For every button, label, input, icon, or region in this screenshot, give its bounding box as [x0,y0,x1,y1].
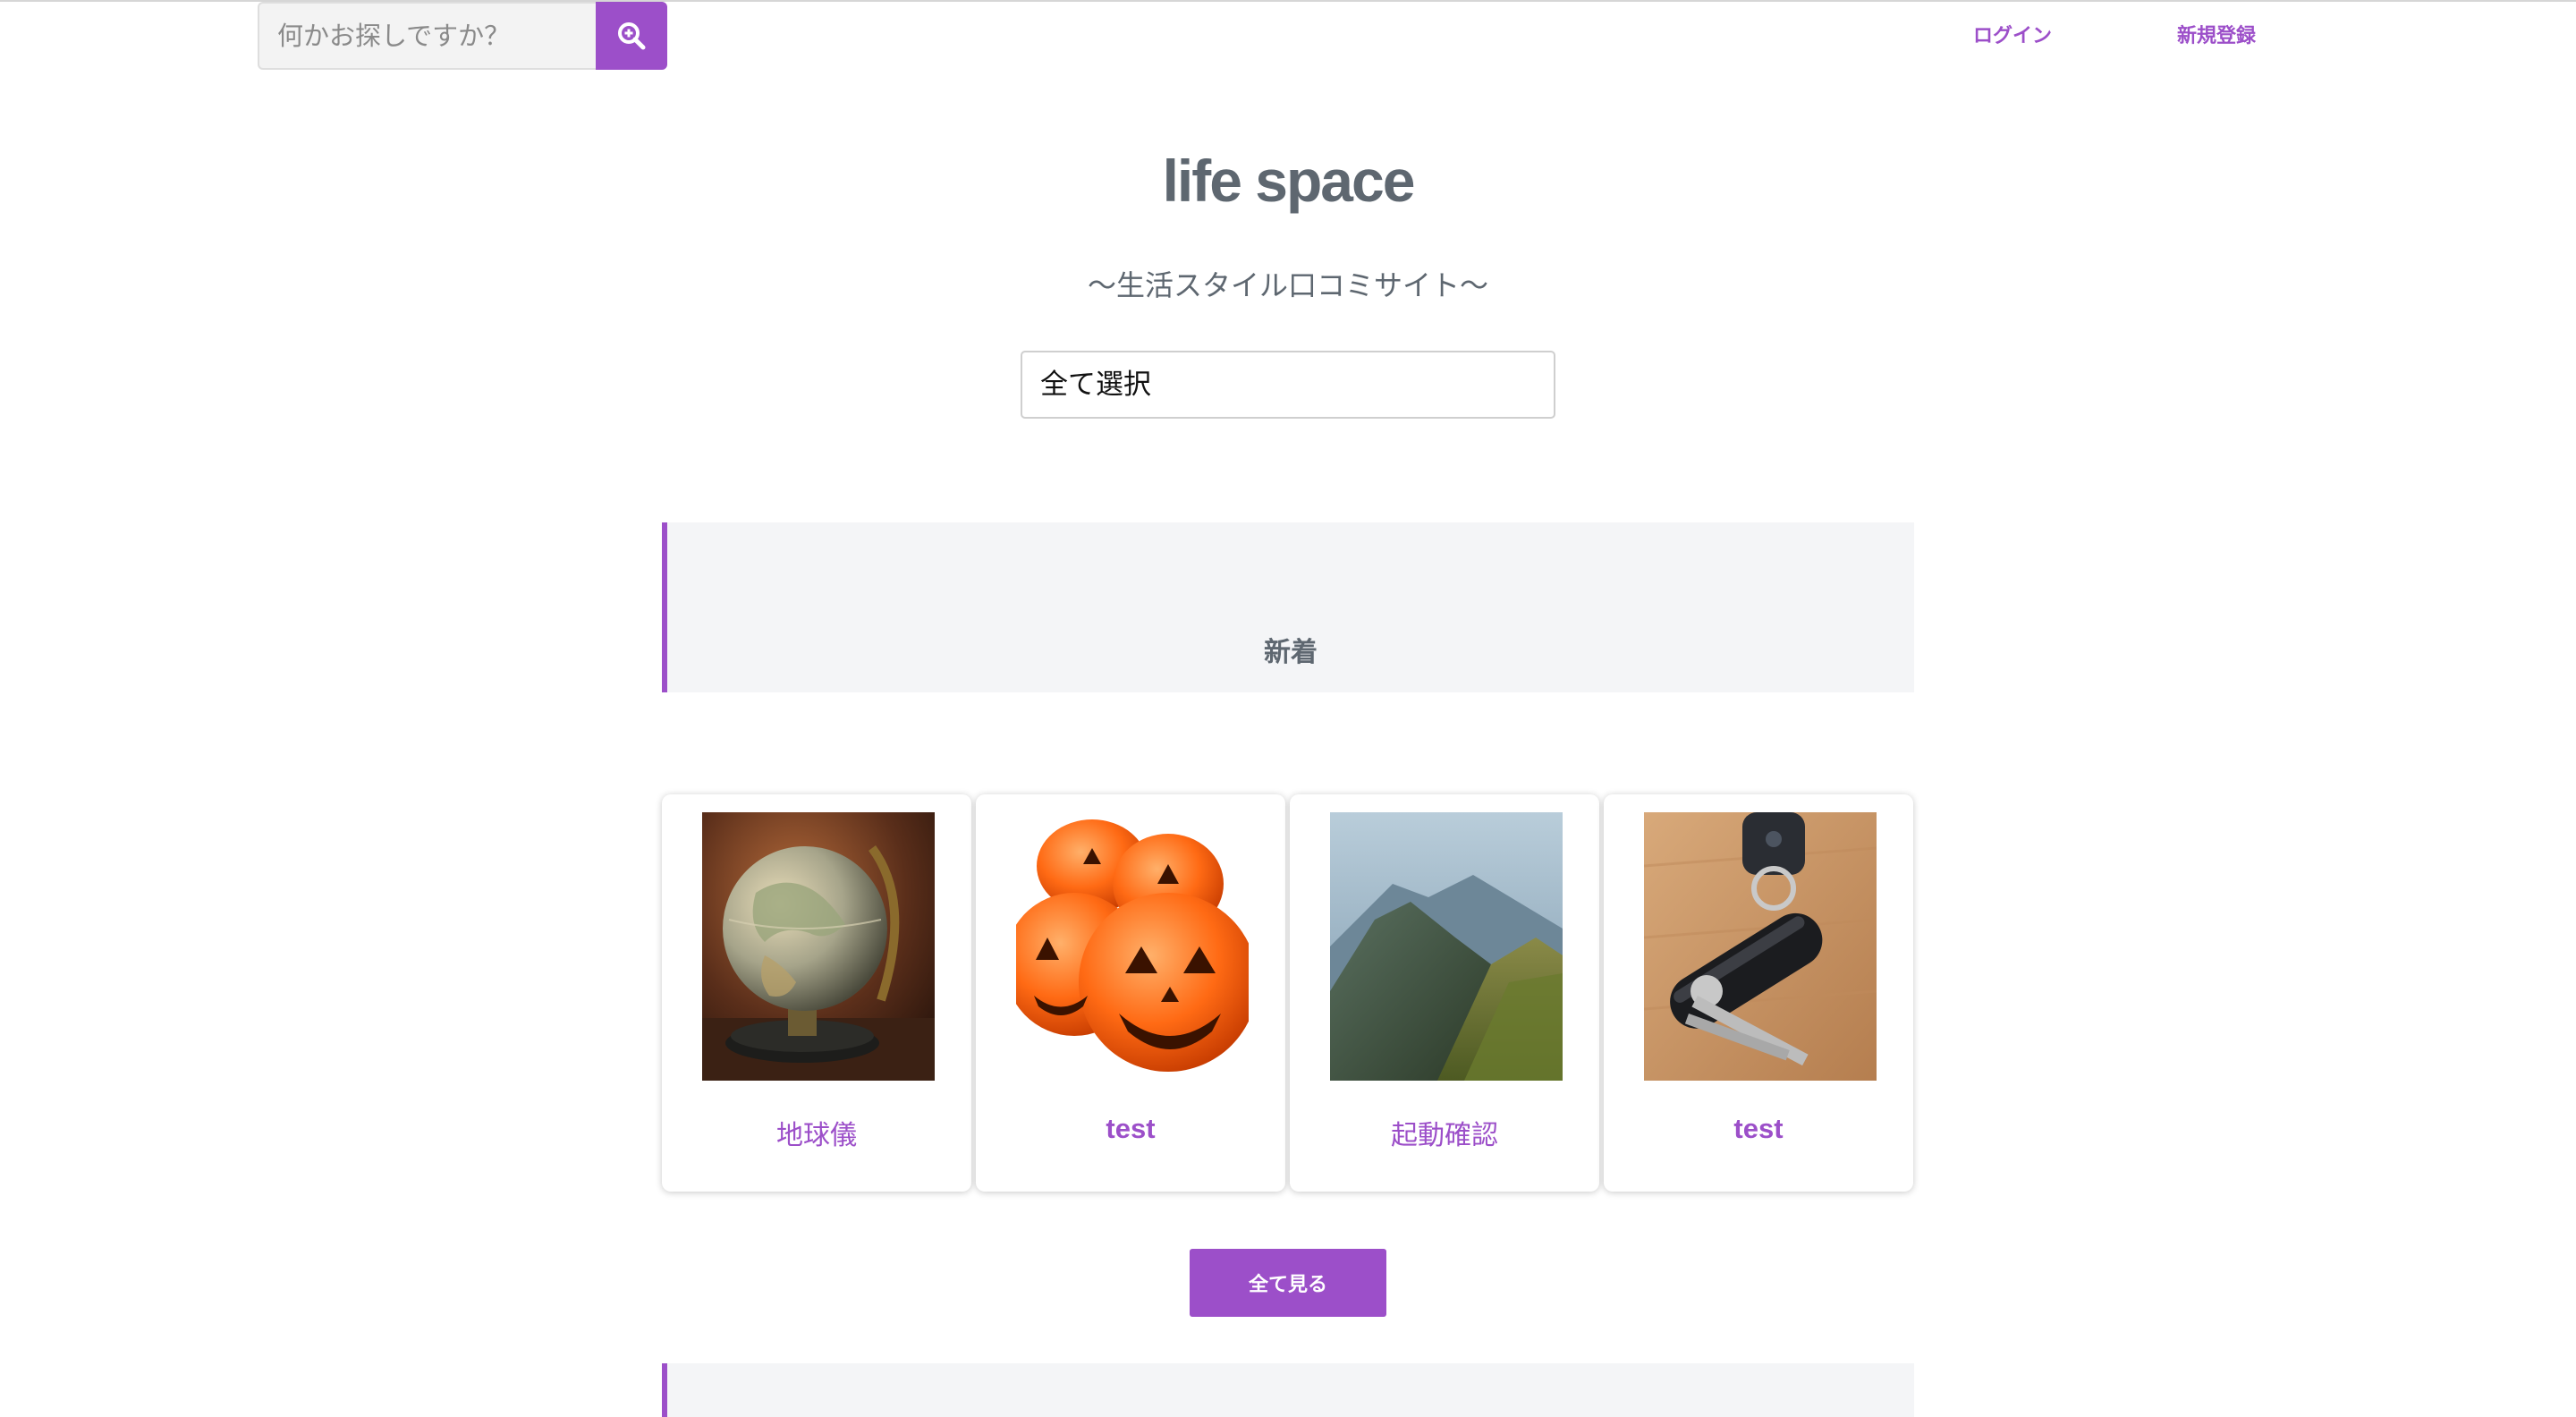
globe-image [702,812,935,1081]
search-bar [258,2,667,70]
post-card[interactable]: 地球儀 [662,794,971,1192]
category-select[interactable]: 全て選択 [1021,351,1555,419]
view-all-button[interactable]: 全て見る [1190,1249,1386,1317]
search-input[interactable] [258,2,596,70]
post-card[interactable]: 起動確認 [1290,794,1599,1192]
card-grid: 地球儀 test 起動確認 test [662,794,1914,1192]
card-title: test [1733,1113,1784,1144]
section-title: 新着 [1264,637,1318,668]
login-link[interactable]: ログイン [1973,20,2052,48]
card-title: 起動確認 [1391,1120,1498,1151]
section-header-new: 新着 [662,522,1914,692]
car-keys-image [1644,812,1877,1081]
site-title: life space [1162,148,1416,214]
signup-link[interactable]: 新規登録 [2177,20,2256,48]
mountain-image [1330,812,1563,1081]
post-card[interactable]: test [976,794,1285,1192]
section-header-next [662,1363,1914,1417]
site-tagline: 〜生活スタイル口コミサイト〜 [1087,268,1488,302]
jack-o-lantern-image [1016,812,1249,1081]
card-title: 地球儀 [776,1120,857,1151]
card-title: test [1106,1113,1156,1144]
search-icon [618,22,646,50]
post-card[interactable]: test [1604,794,1913,1192]
search-button[interactable] [596,2,667,70]
